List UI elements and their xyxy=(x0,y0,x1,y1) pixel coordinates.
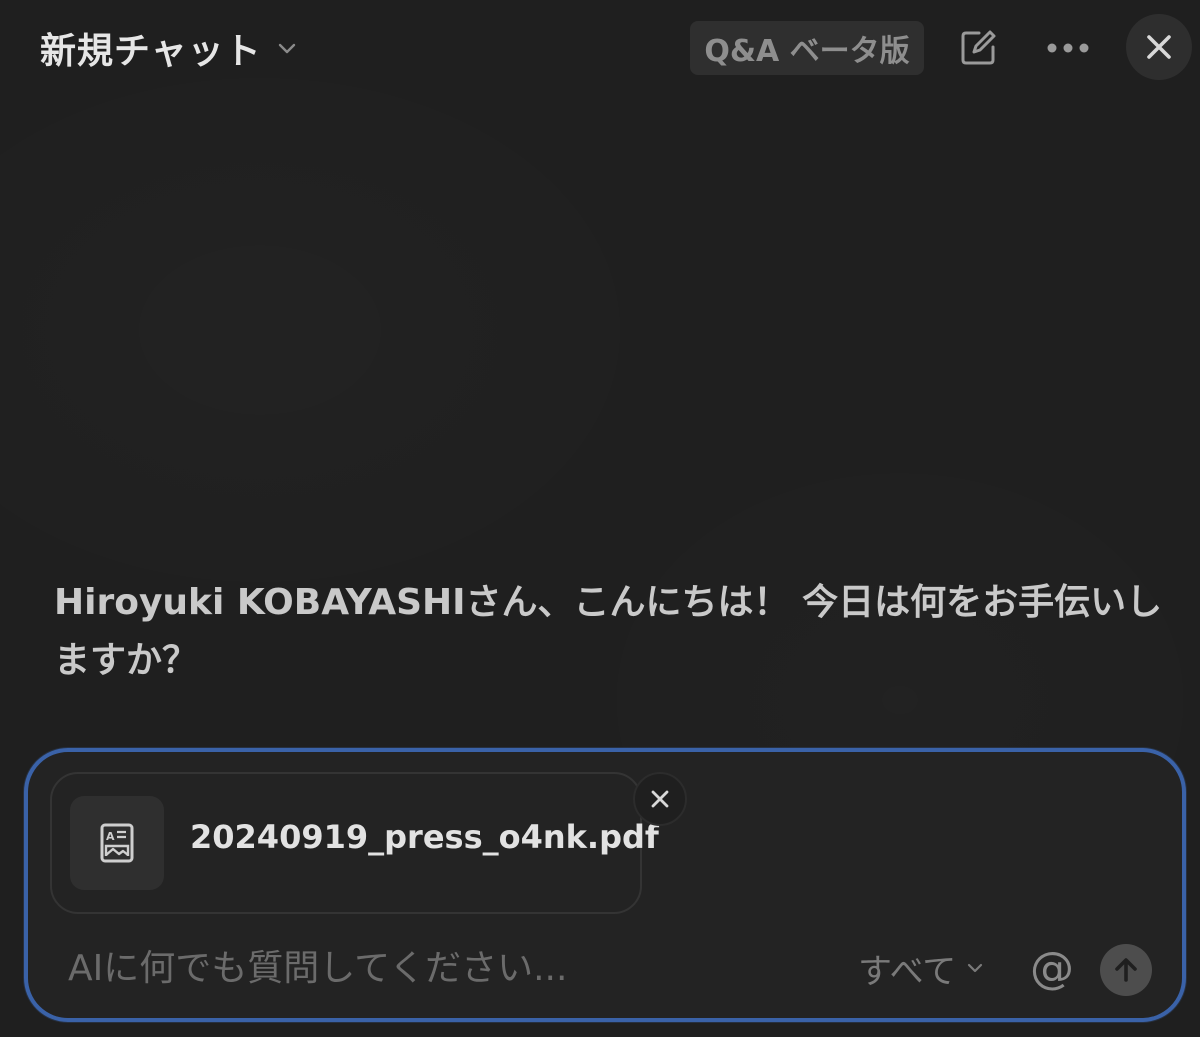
more-horizontal-icon xyxy=(1047,43,1089,53)
close-icon xyxy=(651,790,669,808)
attached-file-card[interactable]: A 20240919_press_o4nk.pdf xyxy=(50,772,687,914)
send-button[interactable] xyxy=(1100,944,1152,996)
more-options-button[interactable] xyxy=(1040,22,1096,74)
greeting-message: Hiroyuki KOBAYASHIさん、こんにちは！ 今日は何をお手伝いします… xyxy=(54,582,1163,681)
scope-selected-label: すべて xyxy=(858,951,957,992)
file-thumbnail: A xyxy=(70,796,164,890)
new-chat-button[interactable] xyxy=(952,22,1004,74)
remove-attachment-button[interactable] xyxy=(633,772,687,826)
page-title: 新規チャット xyxy=(40,31,262,72)
chat-title-dropdown[interactable]: 新規チャット xyxy=(40,22,298,74)
mention-icon: @ xyxy=(1030,942,1074,994)
qa-beta-badge: Q&A ベータ版 xyxy=(690,21,924,75)
compose-icon xyxy=(961,30,996,65)
arrow-up-icon xyxy=(1115,958,1137,982)
chat-composer: A 20240919_press_o4nk.pdf すべて @ xyxy=(24,748,1186,1022)
document-image-icon: A xyxy=(100,823,134,863)
svg-text:A: A xyxy=(106,830,115,843)
scope-select[interactable]: すべて xyxy=(858,944,984,992)
prompt-input[interactable] xyxy=(68,942,828,994)
mention-button[interactable]: @ xyxy=(1024,940,1080,996)
attached-file-name: 20240919_press_o4nk.pdf xyxy=(190,818,659,856)
close-panel-button[interactable] xyxy=(1126,14,1192,80)
close-icon xyxy=(1147,35,1171,59)
chat-header: 新規チャット Q&A ベータ版 xyxy=(0,0,1200,96)
chevron-down-icon xyxy=(968,963,983,973)
chevron-down-icon xyxy=(278,43,295,54)
